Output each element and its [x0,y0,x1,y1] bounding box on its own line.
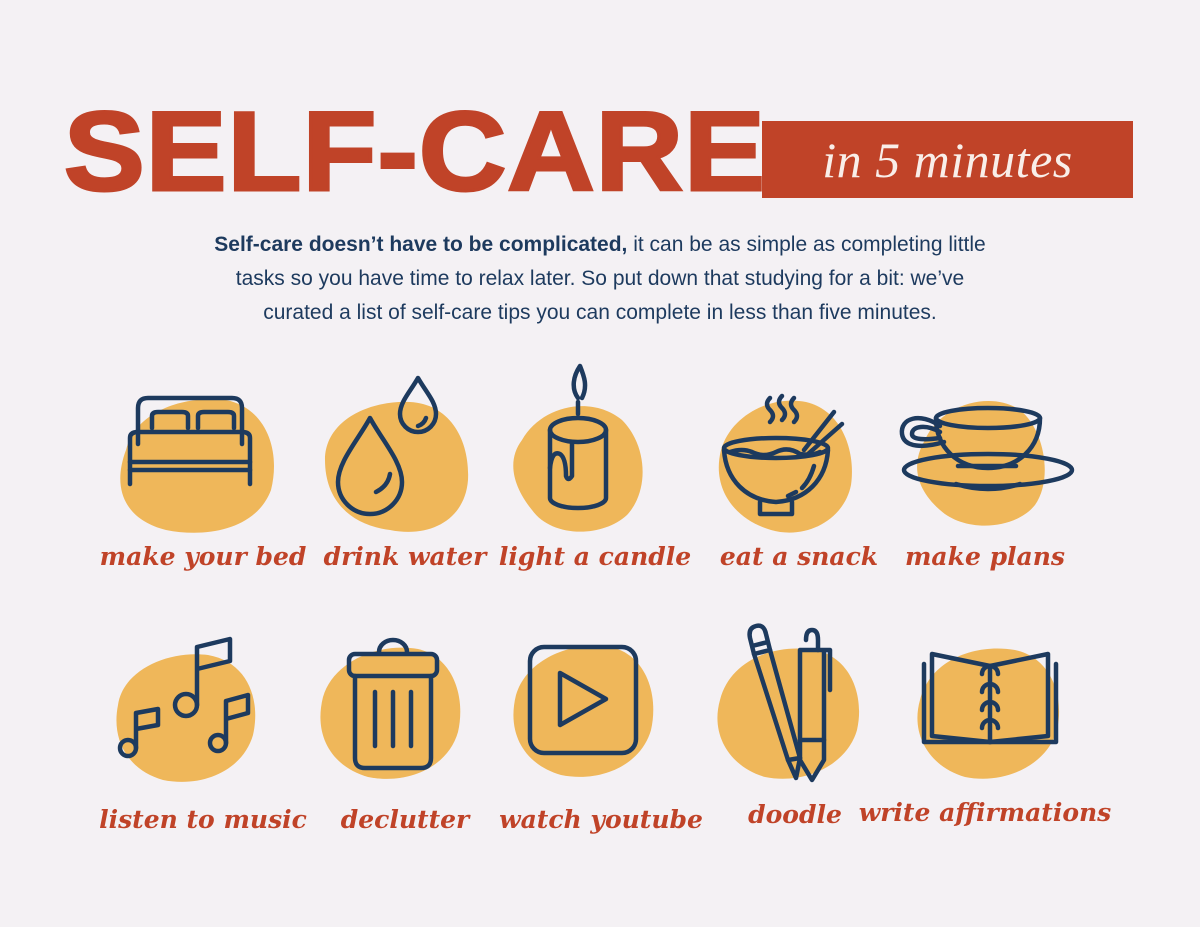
title-badge: in 5 minutes [762,121,1133,198]
intro-line1: it can be as simple as completing little [627,233,986,256]
bed-icon [127,395,253,487]
intro-bold: Self-care doesn’t have to be complicated… [214,233,628,256]
notebook-icon [921,651,1059,745]
teacup-icon [899,405,1075,492]
intro-paragraph: Self-care doesn’t have to be complicated… [100,228,1100,330]
play-button-icon [527,644,639,756]
tip-label: make plans [904,542,1065,571]
candle-icon [547,363,609,511]
bowl-icon [721,393,845,517]
intro-line2: tasks so you have time to relax later. S… [235,267,965,290]
intro-line3: curated a list of self-care tips you can… [263,301,937,324]
tip-label: write affirmations [858,798,1112,827]
water-drops-icon [335,375,439,517]
music-notes-icon [117,636,251,759]
pencil-pen-icon [747,623,833,783]
badge-text: in 5 minutes [822,131,1073,188]
trash-can-icon [346,637,440,771]
page-title: SELF-CARE [62,89,766,214]
